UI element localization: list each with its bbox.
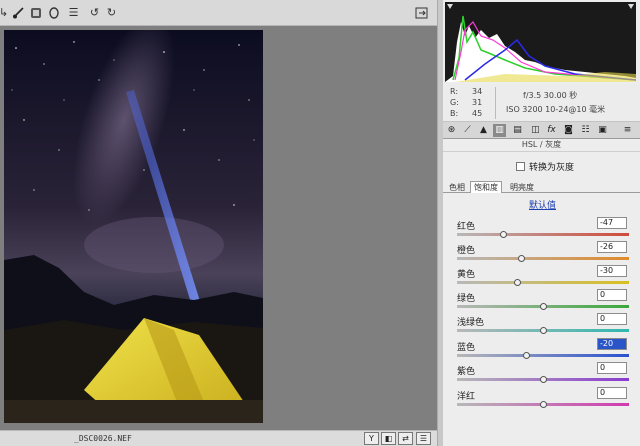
slider-label: 绿色	[457, 294, 476, 304]
highlight-clipping-icon	[628, 4, 634, 9]
r-value: 34	[472, 87, 483, 96]
slider-orange: 橙色 -26	[443, 241, 640, 265]
slider-red: 红色 -47	[443, 217, 640, 241]
presets-icon[interactable]: ☷	[579, 124, 592, 137]
slider-label: 紫色	[457, 367, 476, 377]
slider-thumb[interactable]	[499, 231, 507, 238]
slider-value-input[interactable]: 0	[597, 289, 627, 301]
slider-thumb[interactable]	[540, 327, 547, 334]
lens-icon[interactable]: ◫	[529, 124, 542, 137]
slider-track[interactable]	[457, 281, 629, 284]
default-link[interactable]: 默认值	[529, 198, 556, 211]
file-name: _DSC0026.NEF	[74, 434, 132, 443]
r-label: R:	[450, 87, 459, 96]
slider-thumb[interactable]	[540, 401, 547, 408]
pixel-info: R: 34 G: 31 B: 45 f/3.5 30.00 秒 ISO 3200 10…	[443, 84, 640, 122]
section-title: HSL / 灰度	[443, 139, 640, 152]
snapshots-icon[interactable]: ▣	[596, 124, 609, 137]
grayscale-label: 转换为灰度	[529, 163, 575, 173]
basic-icon[interactable]: ⊛	[445, 124, 458, 137]
slider-thumb[interactable]	[540, 376, 547, 383]
before-after-swap-icon[interactable]: ◧	[381, 432, 396, 445]
b-label: B:	[450, 109, 459, 118]
slider-blue: 蓝色 -20	[443, 338, 640, 362]
slider-label: 洋红	[457, 392, 476, 402]
b-value: 45	[472, 109, 483, 118]
slider-value-input[interactable]: -47	[597, 217, 627, 229]
slider-label: 浅绿色	[457, 318, 485, 328]
preferences-icon[interactable]: ☰	[66, 5, 81, 20]
exif-iso-focal: ISO 3200 10-24@10 毫米	[506, 105, 606, 114]
rotate-left-icon[interactable]: ↺	[87, 5, 102, 20]
slider-value-input[interactable]: 0	[597, 362, 627, 374]
histogram	[445, 2, 637, 82]
gradient-filter-icon[interactable]	[28, 5, 43, 20]
grayscale-toggle[interactable]: 转换为灰度	[516, 160, 574, 173]
slider-yellow: 黄色 -30	[443, 265, 640, 289]
hsl-icon[interactable]: ▥	[493, 124, 506, 137]
slider-thumb[interactable]	[514, 279, 522, 286]
slider-track[interactable]	[457, 233, 629, 236]
rotate-right-icon[interactable]: ↻	[104, 5, 119, 20]
panel-tab-strip: ⊛ ⟋ ▲ ▥ ▤ ◫ fx ◙ ☷ ▣ ≡	[443, 122, 640, 139]
night-sky-tent-photo	[4, 30, 263, 423]
hsl-subtabs: 色相 饱和度 明亮度	[443, 180, 640, 193]
tab-hue[interactable]: 色相	[445, 181, 469, 193]
slider-green: 绿色 0	[443, 289, 640, 313]
tab-saturation[interactable]: 饱和度	[470, 181, 502, 193]
slider-track[interactable]	[457, 354, 629, 357]
open-object-icon[interactable]	[414, 5, 429, 20]
view-options-icon[interactable]: ☰	[416, 432, 431, 445]
slider-label: 黄色	[457, 270, 476, 280]
slider-purple: 紫色 0	[443, 362, 640, 386]
photo-preview	[4, 30, 263, 423]
info-divider	[495, 87, 496, 119]
split-toning-icon[interactable]: ▤	[511, 124, 524, 137]
preview-canvas[interactable]	[0, 26, 437, 430]
shadow-clipping-icon	[447, 4, 453, 9]
slider-thumb[interactable]	[540, 303, 547, 310]
camera-calibration-icon[interactable]: ◙	[562, 124, 575, 137]
slider-value-input[interactable]: -20	[597, 338, 627, 350]
slider-value-input[interactable]: -26	[597, 241, 627, 253]
slider-magenta: 洋红 0	[443, 387, 640, 411]
detail-icon[interactable]: ▲	[477, 124, 490, 137]
slider-value-input[interactable]: -30	[597, 265, 627, 277]
slider-thumb[interactable]	[517, 255, 525, 262]
copy-settings-icon[interactable]: ⇄	[398, 432, 413, 445]
slider-label: 蓝色	[457, 343, 476, 353]
panel-menu-icon[interactable]: ≡	[621, 124, 634, 137]
slider-label: 橙色	[457, 246, 476, 256]
brush-icon[interactable]	[10, 5, 25, 20]
slider-aqua: 浅绿色 0	[443, 313, 640, 337]
radial-filter-icon[interactable]	[46, 5, 61, 20]
main-toolbar: ↳ ☰ ↺ ↻	[0, 0, 437, 26]
adjustment-panel: R: 34 G: 31 B: 45 f/3.5 30.00 秒 ISO 3200 10…	[443, 0, 640, 446]
grayscale-checkbox[interactable]	[516, 162, 525, 171]
slider-value-input[interactable]: 0	[597, 387, 627, 399]
slider-track[interactable]	[457, 257, 629, 260]
g-value: 31	[472, 98, 483, 107]
slider-thumb[interactable]	[522, 352, 530, 359]
tone-curve-icon[interactable]: ⟋	[461, 124, 474, 137]
status-bar: _DSC0026.NEF Y ◧ ⇄ ☰	[0, 430, 437, 446]
tab-luminance[interactable]: 明亮度	[506, 181, 538, 193]
exif-aperture-shutter: f/3.5 30.00 秒	[523, 91, 578, 100]
fx-icon[interactable]: fx	[545, 124, 558, 137]
g-label: G:	[450, 98, 459, 107]
slider-value-input[interactable]: 0	[597, 313, 627, 325]
slider-label: 红色	[457, 222, 476, 232]
before-after-toggle-icon[interactable]: Y	[364, 432, 379, 445]
